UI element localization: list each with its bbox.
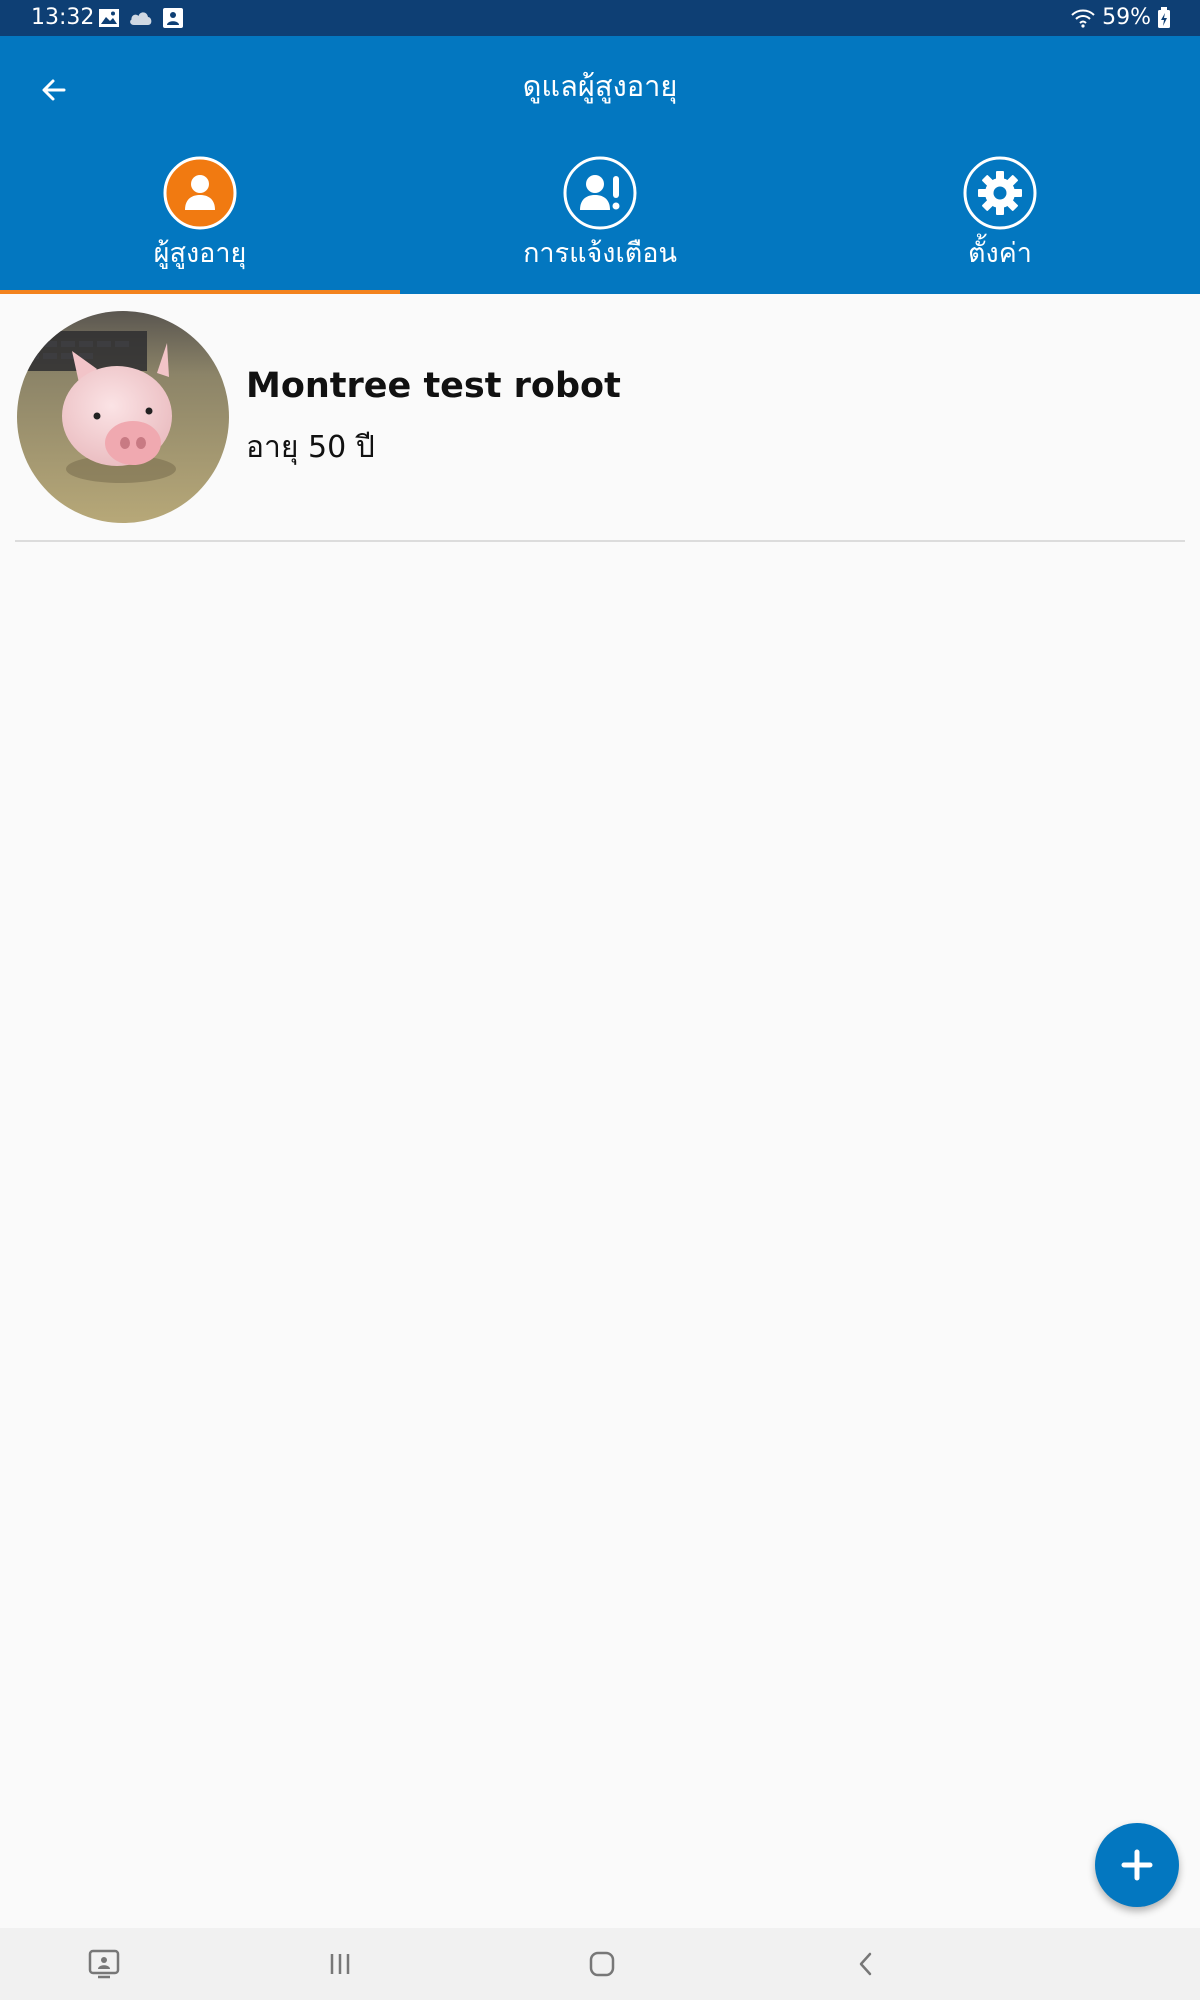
list-item[interactable]: Montree test robot อายุ 50 ปี xyxy=(0,294,1200,542)
battery-percentage: 59% xyxy=(1102,5,1151,30)
app-bar: ดูแลผู้สูงอายุ ผู้สูงอายุ การแจ้งเตือน ต… xyxy=(0,36,1200,294)
elderly-name: Montree test robot xyxy=(246,366,621,406)
avatar[interactable] xyxy=(17,311,229,523)
tab-settings[interactable]: ตั้งค่า xyxy=(800,156,1200,294)
status-right: 59% xyxy=(1070,4,1171,32)
status-icons xyxy=(98,7,184,29)
wifi-icon xyxy=(1071,9,1095,28)
page-title: ดูแลผู้สูงอายุ xyxy=(522,69,678,103)
gear-icon xyxy=(963,156,1037,230)
tab-label: ตั้งค่า xyxy=(968,238,1032,269)
screenshot-icon xyxy=(88,1949,120,1979)
plus-icon xyxy=(1121,1849,1153,1881)
tab-elderly[interactable]: ผู้สูงอายุ xyxy=(0,156,400,294)
system-nav-bar xyxy=(0,1928,1200,2000)
status-time: 13:32 xyxy=(31,5,95,30)
back-nav-button[interactable] xyxy=(840,1938,892,1990)
list-divider xyxy=(15,540,1185,542)
person-icon xyxy=(163,156,237,230)
battery-icon xyxy=(1158,7,1170,28)
screenshot-button[interactable] xyxy=(78,1938,130,1990)
back-icon xyxy=(859,1952,872,1976)
image-icon xyxy=(99,9,119,27)
person-alert-icon xyxy=(563,156,637,230)
recents-icon xyxy=(330,1954,350,1974)
notification-icon xyxy=(163,8,183,28)
cloud-icon xyxy=(130,12,152,25)
tab-label: ผู้สูงอายุ xyxy=(153,238,247,269)
status-bar: 13:32 59% xyxy=(0,0,1200,36)
tab-label: การแจ้งเตือน xyxy=(523,238,677,269)
tab-bar: ผู้สูงอายุ การแจ้งเตือน ตั้งค่า xyxy=(0,156,1200,294)
recents-button[interactable] xyxy=(314,1938,366,1990)
elderly-age: อายุ 50 ปี xyxy=(246,430,375,465)
home-icon xyxy=(589,1951,615,1977)
home-button[interactable] xyxy=(576,1938,628,1990)
pig-figurine-photo xyxy=(17,311,229,523)
tab-notifications[interactable]: การแจ้งเตือน xyxy=(400,156,800,294)
add-elderly-button[interactable] xyxy=(1095,1823,1179,1907)
